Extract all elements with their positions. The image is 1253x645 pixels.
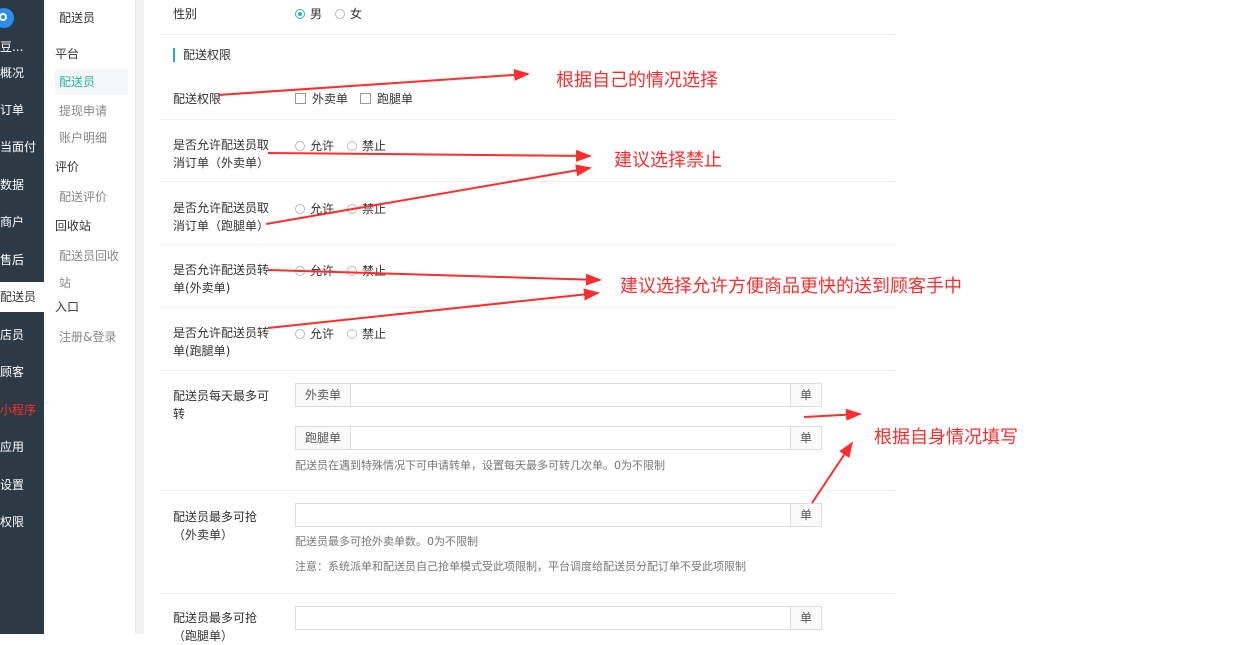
- radio-icon: [347, 140, 357, 151]
- nav-item-mini-program[interactable]: 小程序: [0, 395, 44, 425]
- group-platform: 平台: [55, 47, 80, 61]
- nav-item-couriers[interactable]: 配送员: [0, 282, 44, 312]
- daily-transfer-takeout-input[interactable]: [350, 383, 791, 407]
- divider: [160, 244, 895, 245]
- perm-errand-checkbox[interactable]: 跑腿单: [360, 90, 413, 107]
- grab-errand-label: 配送员最多可抢 （跑腿单）: [173, 611, 258, 643]
- sub-item-account[interactable]: 账户明细: [59, 129, 107, 146]
- main-content: 性别 男 女 配送权限 配送权限 外卖单 跑腿单 是否允许配送员取 消订单（外卖单…: [144, 0, 1253, 643]
- annotation-3: 建议选择允许方便商品更快的送到顾客手中: [620, 276, 962, 297]
- divider: [160, 34, 895, 35]
- cancel-errand-forbid-radio[interactable]: 禁止: [347, 200, 386, 217]
- radio-icon: [295, 328, 305, 339]
- nav-item-apps[interactable]: 应用: [0, 432, 44, 462]
- annotation-2: 建议选择禁止: [614, 150, 722, 171]
- radio-icon: [295, 265, 305, 276]
- section-title: 配送权限: [173, 48, 231, 62]
- nav-item-after-sales[interactable]: 售后: [0, 245, 44, 275]
- input-suffix: 单: [791, 606, 822, 630]
- daily-transfer-errand-input[interactable]: [350, 426, 791, 450]
- cancel-takeout-forbid-radio[interactable]: 禁止: [347, 137, 386, 154]
- grab-note: 注意：系统派单和配送员自己抢单模式受此项限制，平台调度给配送员分配订单不受此项限…: [295, 560, 746, 573]
- divider: [160, 593, 895, 594]
- divider: [160, 370, 895, 371]
- radio-icon: [295, 140, 305, 151]
- nav-item-orders[interactable]: 订单: [0, 95, 44, 125]
- radio-icon: [335, 8, 345, 19]
- divider: [160, 307, 895, 308]
- input-suffix: 单: [791, 426, 822, 450]
- divider: [136, 0, 144, 634]
- radio-icon: [347, 265, 357, 276]
- grab-takeout-input[interactable]: [295, 503, 791, 527]
- gender-label: 性别: [173, 7, 198, 21]
- sub-item-review[interactable]: 配送评价: [59, 188, 107, 205]
- annotation-4: 根据自身情况填写: [874, 427, 1018, 448]
- radio-icon: [295, 203, 305, 214]
- input-suffix: 单: [791, 383, 822, 407]
- cancel-errand-label: 是否允许配送员取 消订单（跑腿单）: [173, 201, 270, 233]
- daily-transfer-help: 配送员在遇到特殊情况下可申请转单，设置每天最多可转几次单。0为不限制: [295, 459, 665, 472]
- sub-item-courier[interactable]: 配送员: [55, 69, 128, 95]
- group-entry: 入口: [55, 300, 80, 314]
- gender-female-radio[interactable]: 女: [335, 5, 362, 22]
- annotation-1: 根据自己的情况选择: [556, 70, 718, 91]
- perm-label: 配送权限: [173, 92, 222, 106]
- grab-errand-input[interactable]: [295, 606, 791, 630]
- sub-item-recycle-2[interactable]: 站: [59, 274, 71, 291]
- divider: [160, 119, 895, 120]
- daily-transfer-label: 配送员每天最多可转: [173, 389, 270, 421]
- transfer-errand-forbid-radio[interactable]: 禁止: [347, 325, 386, 342]
- sub-sidebar-title: 配送员: [59, 11, 96, 25]
- sub-item-register[interactable]: 注册&登录: [59, 328, 116, 345]
- main-sidebar: 豆... 概况 订单 当面付 数据 商户 售后 配送员 店员 顾客 小程序 应用…: [0, 0, 44, 634]
- daily-transfer-takeout-group: 外卖单 单: [295, 383, 822, 407]
- input-suffix: 单: [791, 503, 822, 527]
- nav-item-overview[interactable]: 概况: [0, 58, 44, 88]
- perm-takeout-checkbox[interactable]: 外卖单: [295, 90, 348, 107]
- radio-icon: [347, 203, 357, 214]
- nav-item-permissions[interactable]: 权限: [0, 507, 44, 537]
- cancel-takeout-allow-radio[interactable]: 允许: [295, 137, 334, 154]
- store-name[interactable]: 豆...: [0, 38, 23, 55]
- radio-checked-icon: [295, 8, 305, 19]
- nav-item-customers[interactable]: 顾客: [0, 357, 44, 387]
- sub-sidebar: 配送员 平台 配送员 提现申请 账户明细 评价 配送评价 回收站 配送员回收 站…: [44, 0, 136, 634]
- daily-transfer-errand-group: 跑腿单 单: [295, 426, 822, 450]
- grab-takeout-help: 配送员最多可抢外卖单数。0为不限制: [295, 535, 478, 548]
- nav-item-settings[interactable]: 设置: [0, 470, 44, 500]
- transfer-takeout-allow-radio[interactable]: 允许: [295, 262, 334, 279]
- nav-item-clerks[interactable]: 店员: [0, 320, 44, 350]
- group-review: 评价: [55, 160, 80, 174]
- sub-item-recycle[interactable]: 配送员回收: [59, 247, 119, 264]
- checkbox-icon: [360, 93, 371, 104]
- cancel-errand-allow-radio[interactable]: 允许: [295, 200, 334, 217]
- logo-icon: [0, 8, 14, 28]
- radio-icon: [347, 328, 357, 339]
- transfer-takeout-forbid-radio[interactable]: 禁止: [347, 262, 386, 279]
- gender-male-radio[interactable]: 男: [295, 5, 322, 22]
- transfer-errand-allow-radio[interactable]: 允许: [295, 325, 334, 342]
- input-prefix: 跑腿单: [295, 426, 351, 450]
- transfer-takeout-label: 是否允许配送员转 单(外卖单): [173, 263, 270, 295]
- grab-errand-group: 单: [295, 606, 822, 630]
- transfer-errand-label: 是否允许配送员转 单(跑腿单): [173, 326, 270, 358]
- grab-takeout-label: 配送员最多可抢 （外卖单）: [173, 510, 258, 542]
- divider: [160, 181, 895, 182]
- cancel-takeout-label: 是否允许配送员取 消订单（外卖单）: [173, 138, 270, 170]
- nav-item-face-pay[interactable]: 当面付: [0, 132, 44, 162]
- divider: [160, 490, 895, 491]
- nav-item-merchants[interactable]: 商户: [0, 207, 44, 237]
- grab-takeout-group: 单: [295, 503, 822, 527]
- nav-item-data[interactable]: 数据: [0, 170, 44, 200]
- input-prefix: 外卖单: [295, 383, 351, 407]
- sub-item-withdraw[interactable]: 提现申请: [59, 102, 107, 119]
- checkbox-icon: [295, 93, 306, 104]
- group-recycle: 回收站: [55, 219, 92, 233]
